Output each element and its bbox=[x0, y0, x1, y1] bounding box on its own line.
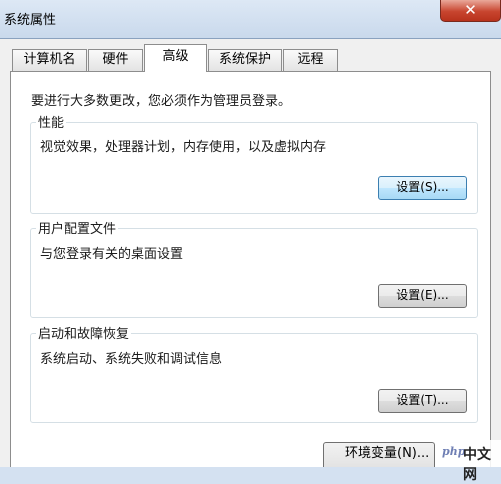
button-label: 环境变量(N)... bbox=[345, 446, 430, 461]
tab-label: 远程 bbox=[297, 52, 324, 67]
startup-recovery-settings-button[interactable]: 设置(T)... bbox=[378, 389, 467, 413]
startup-recovery-title: 启动和故障恢复 bbox=[36, 323, 132, 342]
button-label: 设置(E)... bbox=[396, 288, 449, 302]
tab-label: 高级 bbox=[162, 49, 189, 64]
startup-recovery-description: 系统启动、系统失败和调试信息 bbox=[40, 352, 223, 367]
performance-title: 性能 bbox=[36, 112, 67, 131]
tab-label: 计算机名 bbox=[23, 52, 76, 67]
tab-remote[interactable]: 远程 bbox=[283, 49, 338, 71]
window-title: 系统属性 bbox=[4, 13, 57, 28]
admin-notice: 要进行大多数更改，您必须作为管理员登录。 bbox=[31, 94, 292, 109]
user-profiles-title: 用户配置文件 bbox=[36, 218, 119, 237]
php-logo: php bbox=[442, 445, 466, 458]
button-label: 设置(T)... bbox=[396, 393, 449, 407]
close-icon: ✕ bbox=[464, 1, 477, 19]
tab-advanced[interactable]: 高级 bbox=[144, 44, 207, 72]
user-profiles-description: 与您登录有关的桌面设置 bbox=[40, 247, 184, 262]
button-label: 设置(S)... bbox=[396, 180, 449, 194]
user-profiles-settings-button[interactable]: 设置(E)... bbox=[378, 284, 467, 308]
tab-label: 系统保护 bbox=[218, 52, 271, 67]
performance-settings-button[interactable]: 设置(S)... bbox=[378, 176, 467, 200]
site-watermark: php 中文网 bbox=[440, 440, 501, 483]
tab-label: 硬件 bbox=[102, 52, 129, 67]
close-button[interactable]: ✕ bbox=[440, 0, 501, 22]
performance-description: 视觉效果，处理器计划，内存使用，以及虚拟内存 bbox=[40, 140, 327, 155]
tab-hardware[interactable]: 硬件 bbox=[88, 49, 143, 71]
title-bar[interactable]: 系统属性 ✕ bbox=[0, 0, 501, 38]
tab-system-protection[interactable]: 系统保护 bbox=[208, 49, 282, 71]
environment-variables-button[interactable]: 环境变量(N)... bbox=[323, 442, 435, 467]
tab-computer-name[interactable]: 计算机名 bbox=[12, 49, 87, 71]
watermark-site-text: 中文网 bbox=[463, 447, 491, 483]
